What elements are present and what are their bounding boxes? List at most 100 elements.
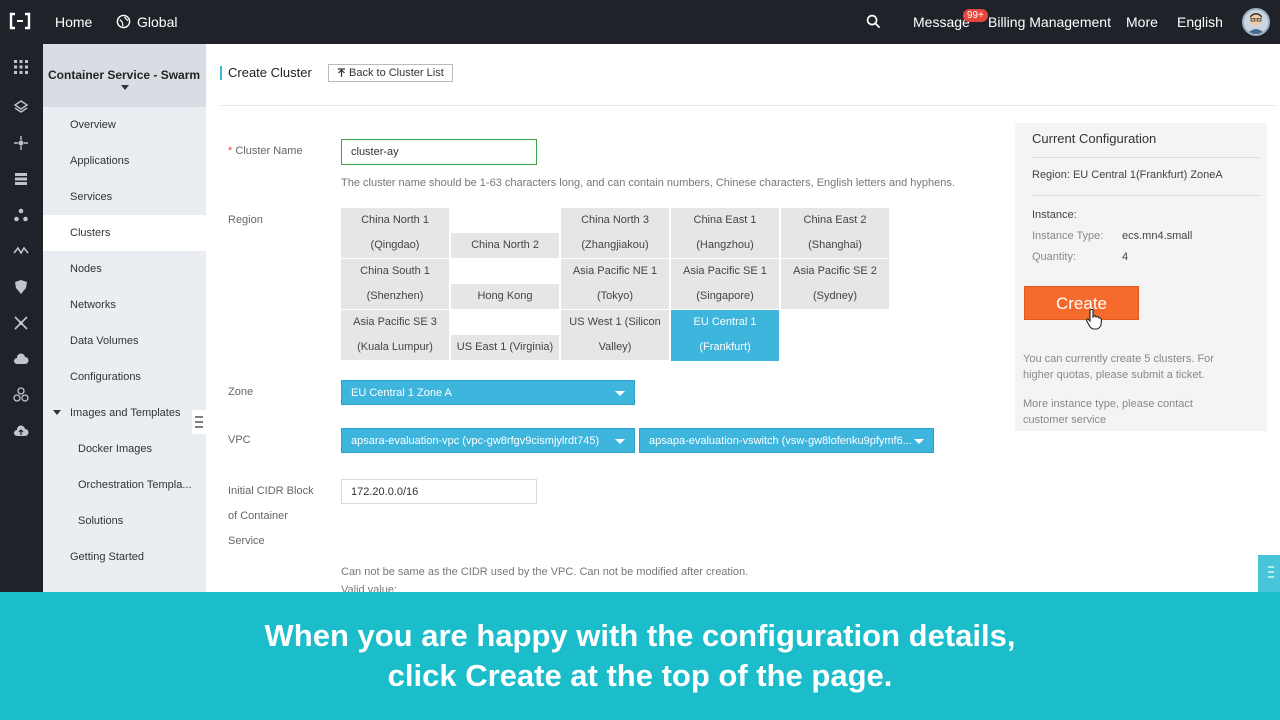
cidr-label-line2: of Container bbox=[228, 510, 288, 522]
flow-icon[interactable] bbox=[13, 243, 29, 259]
region-label: Region bbox=[228, 214, 263, 226]
region-selector: China North 1 (Qingdao) China North 2 (Be… bbox=[341, 208, 891, 361]
region-asia-pacific-se-2[interactable]: Asia Pacific SE 2 (Sydney) bbox=[781, 259, 889, 309]
more-menu[interactable]: More bbox=[1126, 14, 1158, 30]
config-divider bbox=[1032, 195, 1260, 196]
cidr-input[interactable]: 172.20.0.0/16 bbox=[341, 479, 537, 504]
vpc-label: VPC bbox=[228, 434, 251, 446]
region-asia-pacific-se-3[interactable]: Asia Pacific SE 3 (Kuala Lumpur) bbox=[341, 310, 449, 360]
region-asia-pacific-se-1[interactable]: Asia Pacific SE 1 (Singapore) bbox=[671, 259, 779, 309]
caption-line2: click Create at the top of the page. bbox=[387, 658, 893, 693]
region-eu-central-1[interactable]: EU Central 1 (Frankfurt) bbox=[671, 310, 779, 361]
sidebar-item-networks[interactable]: Networks bbox=[43, 287, 206, 323]
back-button-label: Back to Cluster List bbox=[349, 67, 444, 79]
region-line1: Asia Pacific NE 1 bbox=[572, 265, 658, 277]
cluster-icon[interactable] bbox=[13, 207, 29, 223]
region-line1: US West 1 (Silicon bbox=[569, 316, 661, 328]
region-china-north-3[interactable]: China North 3 (Zhangjiakou) bbox=[561, 208, 669, 258]
region-china-east-1[interactable]: China East 1 (Hangzhou) bbox=[671, 208, 779, 258]
cidr-label-line3: Service bbox=[228, 535, 265, 547]
region-line1: China North 3 bbox=[581, 214, 649, 226]
sidebar-item-overview[interactable]: Overview bbox=[43, 107, 206, 143]
region-china-north-1[interactable]: China North 1 (Qingdao) bbox=[341, 208, 449, 258]
side-tab-icon bbox=[1268, 566, 1274, 578]
region-hong-kong[interactable]: Hong Kong bbox=[451, 259, 559, 309]
region-us-east-1[interactable]: US East 1 (Virginia) bbox=[451, 310, 559, 360]
sidebar-collapse-toggle[interactable] bbox=[192, 410, 206, 434]
region-line2: US East 1 (Virginia) bbox=[456, 341, 554, 353]
region-china-north-2[interactable]: China North 2 (Beijing) bbox=[451, 208, 559, 276]
user-avatar[interactable] bbox=[1242, 8, 1270, 36]
shield-icon[interactable] bbox=[13, 279, 29, 295]
region-line2: (Kuala Lumpur) bbox=[357, 341, 433, 353]
cluster-name-hint: The cluster name should be 1-63 characte… bbox=[341, 177, 955, 189]
contact-note-line1: More instance type, please contact bbox=[1023, 398, 1193, 410]
region-line2: (Hangzhou) bbox=[696, 239, 754, 251]
config-instance-type-value: ecs.mn4.small bbox=[1122, 230, 1193, 242]
region-line2: (Shanghai) bbox=[808, 239, 862, 251]
hand-pointer-icon bbox=[1085, 308, 1103, 330]
contact-side-tab[interactable] bbox=[1258, 555, 1280, 592]
search-icon[interactable] bbox=[866, 14, 881, 29]
language-selector[interactable]: English bbox=[1177, 14, 1223, 30]
top-navigation-bar: Home Global Message 99+ Billing Manageme… bbox=[0, 0, 1280, 44]
config-divider bbox=[1032, 157, 1260, 158]
cloud-upload-icon[interactable] bbox=[13, 423, 29, 439]
database-icon[interactable] bbox=[13, 171, 29, 187]
vswitch-select[interactable]: apsapa-evaluation-vswitch (vsw-gw8lofenk… bbox=[639, 428, 934, 453]
product-icon-rail bbox=[0, 44, 43, 592]
zone-select-value: EU Central 1 Zone A bbox=[351, 387, 452, 399]
region-china-south-1[interactable]: China South 1 (Shenzhen) bbox=[341, 259, 449, 309]
user-face-icon bbox=[1247, 13, 1265, 34]
layers-icon[interactable] bbox=[13, 99, 29, 115]
chevron-down-icon[interactable] bbox=[121, 85, 129, 90]
create-button[interactable]: Create bbox=[1024, 286, 1139, 320]
cluster-name-input[interactable]: cluster-ay bbox=[341, 139, 537, 165]
nodes-icon[interactable] bbox=[13, 387, 29, 403]
collapse-icon bbox=[195, 416, 203, 428]
region-line2: Valley) bbox=[598, 341, 632, 353]
caption-line1: When you are happy with the configuratio… bbox=[264, 618, 1016, 653]
back-to-cluster-list-button[interactable]: Back to Cluster List bbox=[328, 64, 453, 82]
config-quantity-value: 4 bbox=[1122, 251, 1129, 263]
region-global-selector[interactable]: Global bbox=[137, 14, 177, 30]
region-line1: Asia Pacific SE 1 bbox=[683, 265, 767, 277]
sidebar-item-data-volumes[interactable]: Data Volumes bbox=[43, 323, 206, 359]
region-line1: Asia Pacific SE 2 bbox=[793, 265, 877, 277]
zone-select[interactable]: EU Central 1 Zone A bbox=[341, 380, 635, 405]
vpc-select[interactable]: apsara-evaluation-vpc (vpc-gw8rfgv9cismj… bbox=[341, 428, 635, 453]
sidebar-item-solutions[interactable]: Solutions bbox=[43, 503, 206, 539]
connect-icon[interactable] bbox=[13, 315, 29, 331]
sidebar-item-images-and-templates[interactable]: Images and Templates bbox=[43, 395, 206, 431]
sidebar-item-getting-started[interactable]: Getting Started bbox=[43, 539, 206, 575]
sidebar-item-services[interactable]: Services bbox=[43, 179, 206, 215]
sidebar-item-configurations[interactable]: Configurations bbox=[43, 359, 206, 395]
title-accent-bar bbox=[220, 66, 222, 80]
sidebar: Container Service - Swarm Overview Appli… bbox=[43, 44, 206, 592]
region-asia-pacific-ne-1[interactable]: Asia Pacific NE 1 (Tokyo) bbox=[561, 259, 669, 309]
region-us-west-1[interactable]: US West 1 (Silicon Valley) bbox=[561, 310, 669, 360]
sidebar-item-clusters[interactable]: Clusters bbox=[43, 215, 206, 251]
home-link[interactable]: Home bbox=[55, 14, 92, 30]
vswitch-select-value: apsapa-evaluation-vswitch (vsw-gw8lofenk… bbox=[649, 435, 912, 447]
region-line1 bbox=[451, 310, 559, 335]
chevron-down-icon bbox=[615, 439, 625, 444]
message-link[interactable]: Message bbox=[913, 14, 970, 30]
cluster-name-label-text: Cluster Name bbox=[235, 145, 303, 157]
billing-management-link[interactable]: Billing Management bbox=[988, 14, 1111, 30]
cloud-icon[interactable] bbox=[13, 351, 29, 367]
current-configuration-panel: Current Configuration Region: EU Central… bbox=[1015, 123, 1267, 431]
sidebar-item-orchestration-templates[interactable]: Orchestration Templa... bbox=[43, 467, 206, 503]
grid-menu-icon[interactable] bbox=[13, 59, 29, 75]
region-line1: EU Central 1 bbox=[693, 316, 757, 328]
sidebar-header[interactable]: Container Service - Swarm bbox=[43, 44, 206, 107]
network-icon[interactable] bbox=[13, 135, 29, 151]
alibaba-cloud-logo-icon[interactable] bbox=[9, 12, 31, 30]
region-line1: China South 1 bbox=[360, 265, 430, 277]
sidebar-item-nodes[interactable]: Nodes bbox=[43, 251, 206, 287]
sidebar-item-applications[interactable]: Applications bbox=[43, 143, 206, 179]
cluster-name-label: * Cluster Name bbox=[228, 145, 303, 157]
config-instance-type-label: Instance Type: bbox=[1032, 230, 1104, 242]
sidebar-item-docker-images[interactable]: Docker Images bbox=[43, 431, 206, 467]
region-china-east-2[interactable]: China East 2 (Shanghai) bbox=[781, 208, 889, 258]
